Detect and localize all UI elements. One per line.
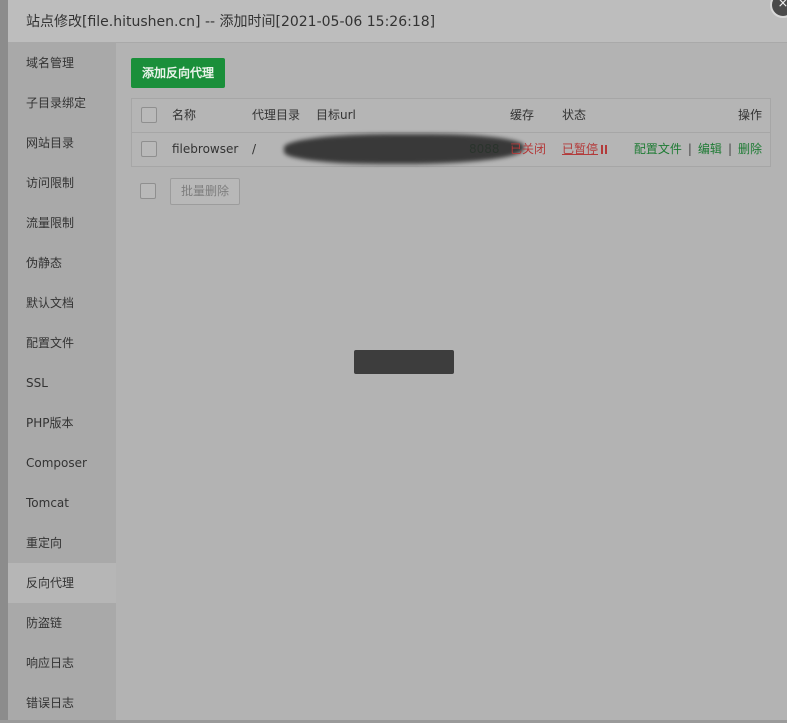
proxy-status[interactable]: 已暂停: [562, 133, 608, 166]
sidebar: 域名管理 子目录绑定 网站目录 访问限制 流量限制 伪静态 默认文档 配置文件 …: [8, 43, 116, 720]
dialog-title-bar: 站点修改[file.hitushen.cn] -- 添加时间[2021-05-0…: [8, 0, 787, 43]
header-cache: 缓存: [510, 108, 535, 122]
select-all-checkbox[interactable]: [141, 107, 157, 123]
cache-status[interactable]: 已关闭: [510, 133, 546, 166]
edit-link[interactable]: 编辑: [698, 142, 722, 156]
sidebar-item-access-log[interactable]: 响应日志: [8, 643, 116, 683]
pause-icon: [601, 145, 608, 154]
sidebar-item-config-file[interactable]: 配置文件: [8, 323, 116, 363]
sidebar-item-site-dir[interactable]: 网站目录: [8, 123, 116, 163]
table-row: filebrowser / 8088 已关闭 已暂停 配置文件|编辑|删除: [132, 133, 770, 166]
sidebar-item-composer[interactable]: Composer: [8, 443, 116, 483]
header-actions: 操作: [737, 108, 762, 122]
sidebar-item-domain[interactable]: 域名管理: [8, 43, 116, 83]
delete-link[interactable]: 删除: [738, 142, 762, 156]
header-status: 状态: [562, 108, 587, 122]
sidebar-item-php-version[interactable]: PHP版本: [8, 403, 116, 443]
proxy-name: filebrowser: [172, 142, 239, 156]
site-edit-dialog: 站点修改[file.hitushen.cn] -- 添加时间[2021-05-0…: [8, 0, 787, 720]
proxy-table: 名称 代理目录 目标url 缓存 状态 操作 filebrowser / 808…: [131, 98, 771, 167]
sidebar-item-rewrite[interactable]: 伪静态: [8, 243, 116, 283]
sidebar-item-subdir[interactable]: 子目录绑定: [8, 83, 116, 123]
bulk-delete-button[interactable]: 批量删除: [170, 178, 241, 205]
sidebar-item-ssl[interactable]: SSL: [8, 363, 116, 403]
dialog-title: 站点修改[file.hitushen.cn] -- 添加时间[2021-05-0…: [26, 14, 436, 30]
proxy-dir: /: [252, 142, 257, 156]
sidebar-item-default-doc[interactable]: 默认文档: [8, 283, 116, 323]
sidebar-item-hotlink[interactable]: 防盗链: [8, 603, 116, 643]
sidebar-item-traffic-limit[interactable]: 流量限制: [8, 203, 116, 243]
action-separator: |: [727, 142, 732, 156]
row-actions: 配置文件 | 编辑 | 删除: [634, 133, 762, 166]
header-name: 名称: [172, 108, 197, 122]
config-file-link[interactable]: 配置文件: [634, 142, 682, 156]
sidebar-item-redirect[interactable]: 重定向: [8, 523, 116, 563]
action-separator: |: [687, 142, 692, 156]
table-header-row: 名称 代理目录 目标url 缓存 状态 操作: [132, 99, 770, 133]
add-reverse-proxy-button[interactable]: 添加反向代理: [131, 58, 226, 88]
sidebar-item-tomcat[interactable]: Tomcat: [8, 483, 116, 523]
sidebar-item-error-log[interactable]: 错误日志: [8, 683, 116, 723]
bulk-select-checkbox[interactable]: [140, 183, 156, 199]
status-label[interactable]: 已暂停: [562, 142, 598, 156]
redacted-url-scribble: [284, 134, 524, 164]
sidebar-item-access-limit[interactable]: 访问限制: [8, 163, 116, 203]
header-target-url: 目标url: [316, 108, 356, 122]
reverse-proxy-panel: 添加反向代理 名称 代理目录 目标url 缓存 状态 操作 filebrowse…: [116, 43, 787, 720]
loading-overlay: [354, 350, 454, 374]
row-checkbox[interactable]: [141, 141, 157, 157]
sidebar-item-reverse-proxy[interactable]: 反向代理: [8, 563, 116, 603]
header-proxy-dir: 代理目录: [252, 108, 301, 122]
